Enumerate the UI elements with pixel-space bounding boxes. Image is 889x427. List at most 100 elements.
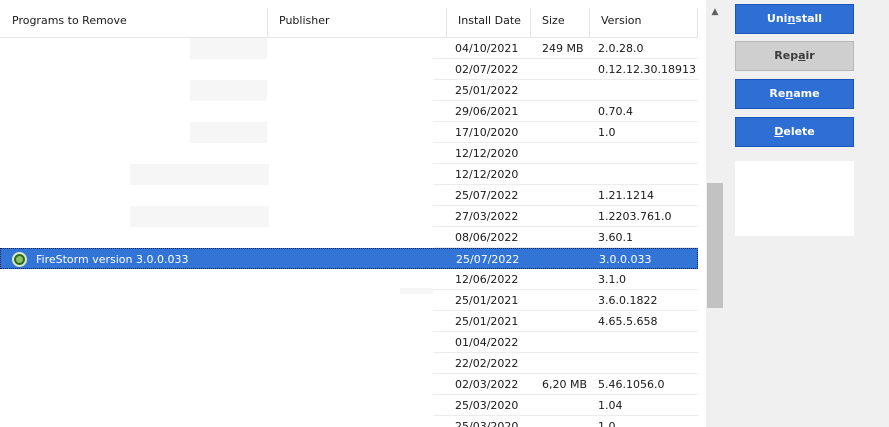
redaction-block bbox=[130, 164, 269, 185]
row-gridline bbox=[433, 163, 698, 164]
table-row[interactable]: 01/04/2022 bbox=[0, 332, 698, 353]
version-cell: 3.1.0 bbox=[598, 273, 626, 286]
row-gridline bbox=[433, 79, 698, 80]
row-gridline bbox=[433, 205, 698, 206]
row-gridline bbox=[433, 373, 698, 374]
version-cell: 0.70.4 bbox=[598, 105, 633, 118]
table-row[interactable]: 12/12/2020 bbox=[0, 143, 698, 164]
button-accesskey: a bbox=[798, 49, 806, 62]
button-label: ir bbox=[805, 49, 815, 62]
install-date-cell: 02/03/2022 bbox=[455, 378, 519, 391]
details-panel bbox=[735, 161, 854, 236]
install-date-cell: 17/10/2020 bbox=[455, 126, 519, 139]
row-gridline bbox=[433, 142, 698, 143]
row-gridline bbox=[433, 310, 698, 311]
table-row[interactable]: 25/01/2021 3.6.0.1822 bbox=[0, 290, 698, 311]
version-cell: 1.0 bbox=[598, 126, 616, 139]
button-accesskey: D bbox=[774, 125, 784, 138]
size-cell: 249 MB bbox=[542, 42, 584, 55]
install-date-cell: 29/06/2021 bbox=[455, 105, 519, 118]
button-label: ame bbox=[793, 87, 820, 100]
button-label: elete bbox=[783, 125, 815, 138]
rename-button[interactable]: Rename bbox=[735, 79, 854, 109]
scrollbar-thumb[interactable] bbox=[707, 183, 723, 308]
firestorm-app-icon bbox=[12, 252, 27, 267]
install-date-cell: 25/01/2021 bbox=[455, 315, 519, 328]
column-header-install-date[interactable]: Install Date bbox=[446, 4, 530, 38]
row-gridline bbox=[433, 352, 698, 353]
version-cell: 2.0.28.0 bbox=[598, 42, 644, 55]
install-date-cell: 25/01/2021 bbox=[455, 294, 519, 307]
column-header-programs[interactable]: Programs to Remove bbox=[0, 4, 267, 38]
table-row[interactable]: 27/03/2022 1.2203.761.0 bbox=[0, 206, 698, 227]
column-header-version[interactable]: Version bbox=[589, 4, 698, 38]
version-cell: 3.6.0.1822 bbox=[598, 294, 658, 307]
table-row[interactable]: 25/01/2022 bbox=[0, 80, 698, 101]
row-gridline bbox=[433, 121, 698, 122]
table-row[interactable]: 25/03/2020 1.04 bbox=[0, 395, 698, 416]
actions-sidebar: Uninstall Repair Rename Delete bbox=[724, 0, 889, 427]
install-date-cell: 25/07/2022 bbox=[455, 189, 519, 202]
redaction-block bbox=[400, 288, 433, 294]
table-row[interactable]: 17/10/2020 1.0 bbox=[0, 122, 698, 143]
row-gridline bbox=[433, 394, 698, 395]
version-cell: 5.46.1056.0 bbox=[598, 378, 665, 391]
row-gridline bbox=[433, 289, 698, 290]
table-row[interactable]: 12/12/2020 bbox=[0, 164, 698, 185]
version-cell: 3.60.1 bbox=[598, 231, 633, 244]
install-date-cell: 22/02/2022 bbox=[455, 357, 519, 370]
install-date-cell: 27/03/2022 bbox=[455, 210, 519, 223]
button-label: Rep bbox=[774, 49, 799, 62]
button-label: Re bbox=[769, 87, 786, 100]
row-gridline bbox=[433, 58, 698, 59]
version-cell: 0.12.12.30.18913 bbox=[598, 63, 696, 76]
column-header-size[interactable]: Size bbox=[530, 4, 589, 38]
install-date-cell: 02/07/2022 bbox=[455, 63, 519, 76]
table-row[interactable]: 02/07/2022 0.12.12.30.18913 bbox=[0, 59, 698, 80]
size-cell: 6,20 MB bbox=[542, 378, 588, 391]
column-divider[interactable] bbox=[697, 8, 698, 38]
scroll-up-icon[interactable]: ▲ bbox=[706, 0, 724, 24]
vertical-scrollbar[interactable]: ▲ bbox=[706, 0, 724, 427]
list-header: Programs to Remove Publisher Install Dat… bbox=[0, 4, 698, 38]
version-cell: 3.0.0.033 bbox=[599, 253, 652, 266]
install-date-cell: 25/03/2020 bbox=[455, 420, 519, 427]
install-date-cell: 12/12/2020 bbox=[455, 147, 519, 160]
table-row-selected[interactable]: FireStorm version 3.0.0.033 25/07/2022 3.0… bbox=[0, 248, 698, 269]
table-row[interactable]: 25/01/2021 4.65.5.658 bbox=[0, 311, 698, 332]
install-date-cell: 01/04/2022 bbox=[455, 336, 519, 349]
column-header-publisher[interactable]: Publisher bbox=[267, 4, 446, 38]
install-date-cell: 25/03/2020 bbox=[455, 399, 519, 412]
button-label: Uni bbox=[766, 12, 788, 25]
install-date-cell: 12/12/2020 bbox=[455, 168, 519, 181]
install-date-cell: 25/07/2022 bbox=[456, 253, 520, 266]
row-gridline bbox=[433, 226, 698, 227]
install-date-cell: 12/06/2022 bbox=[455, 273, 519, 286]
row-gridline bbox=[433, 184, 698, 185]
table-row[interactable]: 12/06/2022 3.1.0 bbox=[0, 269, 698, 290]
version-cell: 1.2203.761.0 bbox=[598, 210, 672, 223]
row-gridline bbox=[433, 247, 698, 248]
redaction-block bbox=[190, 122, 267, 143]
repair-button[interactable]: Repair bbox=[735, 41, 854, 71]
version-cell: 4.65.5.658 bbox=[598, 315, 658, 328]
install-date-cell: 08/06/2022 bbox=[455, 231, 519, 244]
install-date-cell: 25/01/2022 bbox=[455, 84, 519, 97]
version-cell: 1.0 bbox=[598, 420, 616, 427]
table-row[interactable]: 29/06/2021 0.70.4 bbox=[0, 101, 698, 122]
row-gridline bbox=[433, 100, 698, 101]
table-row[interactable]: 22/02/2022 bbox=[0, 353, 698, 374]
delete-button[interactable]: Delete bbox=[735, 117, 854, 147]
button-label: stall bbox=[795, 12, 823, 25]
table-row[interactable]: 02/03/2022 6,20 MB 5.46.1056.0 bbox=[0, 374, 698, 395]
table-row[interactable]: 25/07/2022 1.21.1214 bbox=[0, 185, 698, 206]
redaction-block bbox=[190, 80, 267, 101]
row-gridline bbox=[433, 331, 698, 332]
version-cell: 1.21.1214 bbox=[598, 189, 654, 202]
table-row[interactable]: 08/06/2022 3.60.1 bbox=[0, 227, 698, 248]
program-name-cell: FireStorm version 3.0.0.033 bbox=[36, 253, 189, 266]
table-row[interactable]: 25/03/2020 1.0 bbox=[0, 416, 698, 427]
uninstall-button[interactable]: Uninstall bbox=[735, 4, 854, 34]
table-row[interactable]: 04/10/2021 249 MB 2.0.28.0 bbox=[0, 38, 698, 59]
redaction-block bbox=[130, 206, 269, 227]
